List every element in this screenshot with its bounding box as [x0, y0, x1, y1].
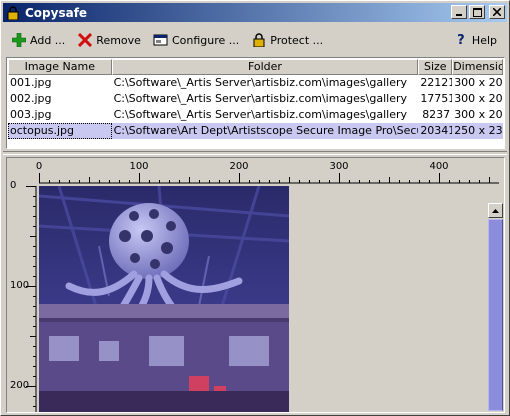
add-label: Add ... — [30, 33, 66, 47]
column-header-folder[interactable]: Folder — [111, 59, 419, 75]
ruler-label: 100 — [10, 280, 30, 291]
ruler-label: 0 — [10, 180, 17, 191]
cell-image-name: 001.jpg — [10, 76, 52, 89]
up-arrow-icon — [492, 208, 499, 213]
cell-image-name: 002.jpg — [10, 92, 52, 105]
cell-size: 20341 — [418, 123, 453, 139]
title-bar[interactable]: Copysafe — [3, 3, 507, 22]
column-header-dimensions[interactable]: Dimensions — [452, 59, 503, 75]
ruler-label: 200 — [10, 380, 30, 391]
table-row[interactable]: 001.jpg C:\Software\_Artis Server\artisb… — [8, 75, 503, 91]
table-row[interactable]: 003.jpg C:\Software\_Artis Server\artisb… — [8, 107, 503, 123]
octopus-photo — [39, 186, 289, 412]
close-button[interactable] — [489, 5, 505, 19]
cell-image-name: octopus.jpg — [8, 123, 112, 139]
minimize-icon — [456, 14, 462, 16]
padlock-icon — [251, 32, 267, 48]
cell-folder: C:\Software\_Artis Server\artisbiz.com\i… — [113, 92, 407, 105]
image-list[interactable]: Image Name Folder Size Dimensions 001.jp… — [6, 57, 505, 149]
protect-label: Protect ... — [270, 33, 324, 47]
copysafe-window: Copysafe Add ... Remove Configure ... Pr… — [0, 0, 510, 416]
ruler-label: 200 — [229, 161, 249, 172]
table-row-selected[interactable]: octopus.jpg C:\Software\Art Dept\Artists… — [8, 123, 503, 139]
cell-dimensions: 300 x 200 — [454, 76, 503, 89]
cell-size: 17751 — [420, 92, 453, 105]
remove-button[interactable]: Remove — [73, 28, 145, 52]
help-button[interactable]: ? Help — [449, 28, 501, 52]
maximize-icon — [472, 7, 482, 17]
image-preview-pane: 0 100 200 300 400 0 100 200 — [6, 157, 505, 413]
protect-button[interactable]: Protect ... — [247, 28, 327, 52]
pane-splitter[interactable] — [3, 151, 507, 155]
maximize-button[interactable] — [469, 5, 485, 19]
red-x-icon — [77, 32, 93, 48]
cell-dimensions: 300 x 200 — [454, 92, 503, 105]
ruler-label: 400 — [429, 161, 449, 172]
cell-size: 22121 — [420, 76, 453, 89]
cell-size: 8237 — [422, 108, 451, 121]
column-header-size[interactable]: Size — [418, 59, 453, 75]
ruler-label: 0 — [35, 161, 43, 172]
preview-image — [39, 186, 289, 412]
question-mark-icon: ? — [457, 32, 465, 48]
add-button[interactable]: Add ... — [7, 28, 69, 52]
configure-icon — [153, 32, 169, 48]
plus-icon — [11, 32, 27, 48]
close-icon — [493, 8, 501, 16]
remove-label: Remove — [96, 33, 141, 47]
scroll-up-button[interactable] — [488, 203, 503, 218]
padlock-icon — [7, 5, 19, 20]
vertical-scrollbar[interactable] — [488, 203, 503, 411]
cell-dimensions: 250 x 232 — [452, 123, 503, 139]
vertical-ruler — [26, 186, 37, 412]
ruler-label: 100 — [129, 161, 149, 172]
configure-label: Configure ... — [171, 33, 240, 47]
column-header-image-name[interactable]: Image Name — [8, 59, 112, 75]
table-row[interactable]: 002.jpg C:\Software\_Artis Server\artisb… — [8, 91, 503, 107]
cell-dimensions: 300 x 200 — [454, 108, 503, 121]
configure-button[interactable]: Configure ... — [149, 28, 243, 52]
cell-folder: C:\Software\Art Dept\Artistscope Secure … — [111, 123, 419, 139]
toolbar: Add ... Remove Configure ... Protect ...… — [3, 25, 507, 79]
list-header: Image Name Folder Size Dimensions — [8, 59, 503, 75]
cell-folder: C:\Software\_Artis Server\artisbiz.com\i… — [113, 108, 407, 121]
ruler-label: 300 — [329, 161, 349, 172]
cell-folder: C:\Software\_Artis Server\artisbiz.com\i… — [113, 76, 407, 89]
minimize-button[interactable] — [451, 5, 467, 19]
scroll-thumb[interactable] — [488, 219, 503, 411]
window-title: Copysafe — [25, 5, 88, 20]
cell-image-name: 003.jpg — [10, 108, 52, 121]
help-label: Help — [471, 33, 497, 47]
